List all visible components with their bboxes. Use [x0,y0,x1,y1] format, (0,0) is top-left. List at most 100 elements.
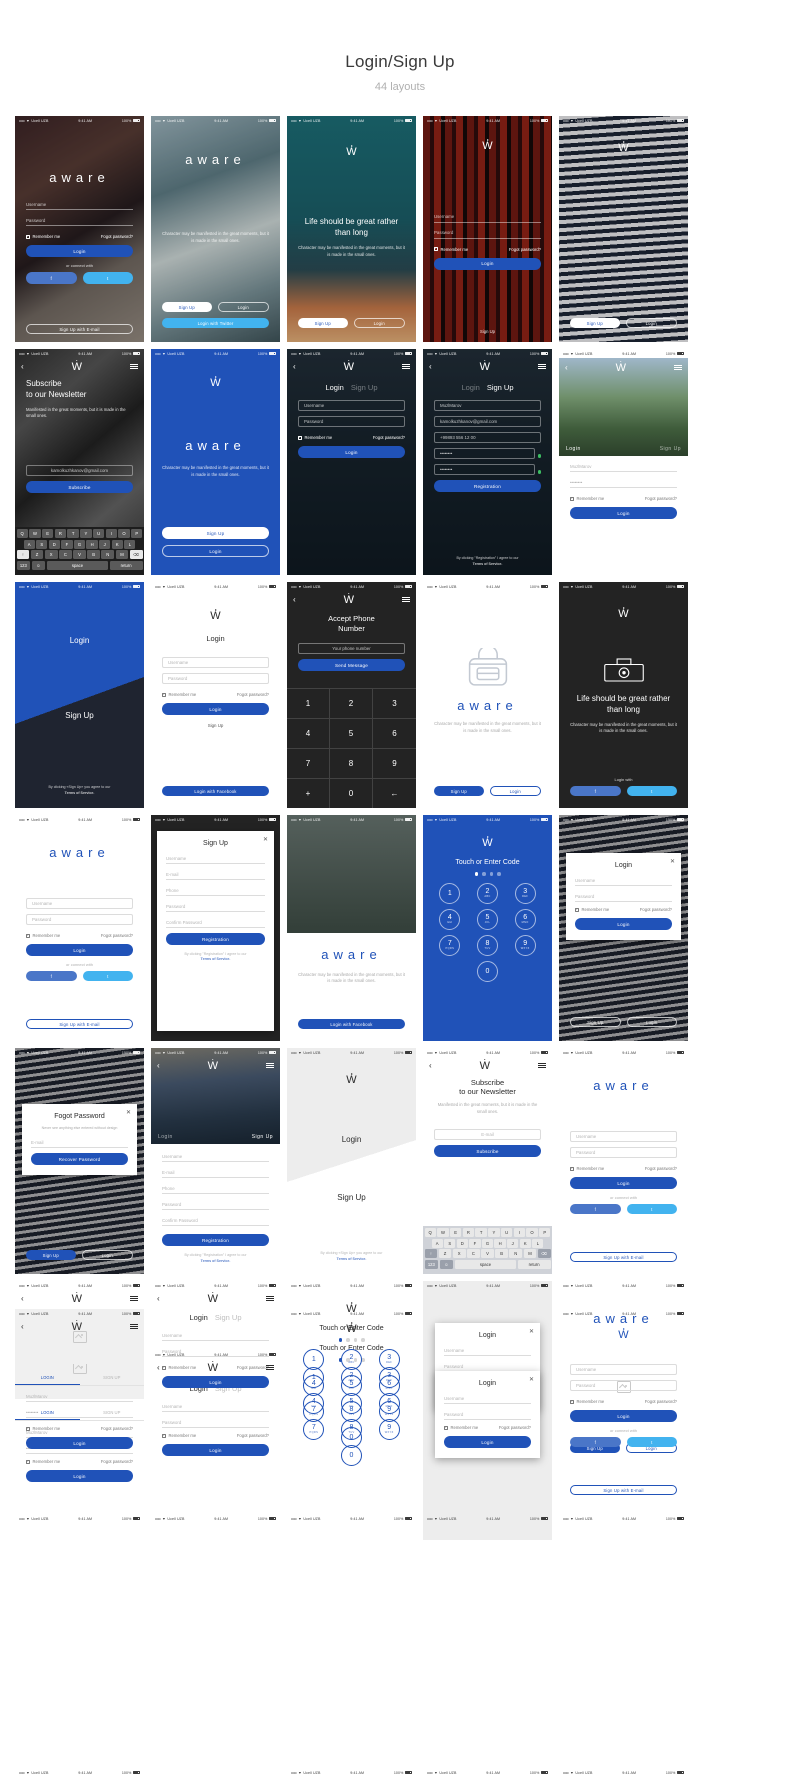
username-input[interactable]: Username [166,853,265,864]
login-button[interactable]: Login [162,703,269,715]
login-button[interactable]: Login [217,302,269,312]
key[interactable]: T [475,1227,487,1237]
password-input[interactable]: Password [575,891,672,902]
facebook-button[interactable]: f [570,1204,621,1214]
terms-link[interactable]: Terms of Service. [337,1257,367,1261]
key[interactable]: Q [424,1227,436,1237]
mockup-screen[interactable]: ••••• ▼ Ucell UZB 9:41 AM 100% ✕ Login Use… [559,815,688,1041]
login-title[interactable]: Login [26,636,133,645]
keypad-key[interactable]: 4 GHI [303,1374,325,1396]
backspace-key[interactable]: ⌫ [537,1249,551,1259]
mockup-screen[interactable]: ••••• ▼ Ucell UZB 9:41 AM 100% [423,1768,552,1781]
key[interactable]: C [58,550,72,560]
mockup-screen[interactable]: ••••• ▼ Ucell UZB 9:41 AM 100% W Login Use… [151,582,280,808]
login-button[interactable]: Login [625,318,677,328]
numeric-keypad[interactable]: 1 2 ABC 3 DEF 4 GHI 5 JKL 6 MNO 7 PQRS 8 TUV 9W… [434,882,541,956]
menu-icon[interactable] [402,596,410,603]
login-button[interactable]: Login [353,318,405,328]
key[interactable]: K [519,1238,531,1248]
keypad-key[interactable]: 6 MNO [514,908,536,930]
key[interactable]: B [87,550,101,560]
key[interactable]: E [449,1227,462,1237]
login-modal[interactable]: ✕ Login Username Password ✓Remember me F… [566,853,681,940]
back-icon[interactable]: ‹ [293,362,296,371]
keypad-key[interactable]: 9 [373,748,416,778]
forgot-password-link[interactable]: Fogot password? [101,933,133,938]
username-input[interactable]: MuzlMarov [570,461,677,472]
back-icon[interactable]: ‹ [157,1294,160,1303]
password-input[interactable]: •••••••• [570,477,677,488]
back-icon[interactable]: ‹ [157,1061,160,1070]
key[interactable]: Y [488,1227,500,1237]
keypad-key[interactable]: 7 [287,748,330,779]
keypad-key[interactable]: 0 [330,778,373,808]
signup-email-button[interactable]: Sign Up with E-mail [570,1252,677,1262]
mockup-screen[interactable]: ••••• ▼ Ucell UZB 9:41 AM 100% ‹ W Login S… [559,349,688,575]
remember-me-checkbox[interactable]: ✓Remember me [444,1425,478,1430]
remember-me-checkbox[interactable]: ✓Remember me [26,234,60,239]
close-icon[interactable]: ✕ [263,836,268,843]
keypad-key[interactable]: 1 [439,882,461,904]
email-input[interactable]: kamolkuzhkanov@gmail.com [434,416,541,427]
username-input[interactable]: Username [26,898,133,909]
login-button[interactable]: Login [444,1436,531,1448]
remember-me-checkbox[interactable]: ✓Remember me [575,907,609,912]
auth-tabs[interactable]: Login Sign Up [162,1313,269,1322]
menu-icon[interactable] [266,1062,274,1069]
back-icon[interactable]: ‹ [21,1322,24,1331]
email-input[interactable]: E-mail [434,1129,541,1141]
key[interactable]: P [539,1227,551,1237]
forgot-password-link[interactable]: Fogot password? [645,1399,677,1404]
back-icon[interactable]: ‹ [21,1294,24,1303]
registration-button[interactable]: Registration [434,480,541,492]
mockup-screen[interactable]: ••••• ▼ Ucell UZB 9:41 AM 100% aware Usern… [559,1048,688,1274]
key[interactable]: V [73,550,86,560]
key[interactable]: M [523,1249,537,1259]
password-input[interactable]: Password [298,416,405,427]
mockup-screen[interactable]: ••••• ▼ Ucell UZB 9:41 AM 100% W Touch or … [423,815,552,1041]
terms-link[interactable]: Terms of Service. [473,562,503,566]
mockup-screen[interactable]: ••••• ▼ Ucell UZB 9:41 AM 100% [559,1768,688,1781]
login-button[interactable]: Login [26,245,133,257]
back-icon[interactable]: ‹ [429,1061,432,1070]
forgot-password-link[interactable]: Fogot password? [640,907,672,912]
remember-me-checkbox[interactable]: ✓Remember me [570,1166,604,1171]
signup-button[interactable]: Sign Up [570,318,620,328]
password-input[interactable]: Password [166,901,265,912]
keyboard[interactable]: Q W E R T Y U I O P A S D F G H J K L ↑ … [15,526,144,575]
keypad-key[interactable]: 2 [330,688,373,719]
key[interactable]: W [29,528,41,538]
keypad-key[interactable]: 6 [373,718,416,748]
forgot-password-link[interactable]: Fogot password? [509,247,541,252]
password-input[interactable]: Password [570,1147,677,1158]
key[interactable]: D [456,1238,468,1248]
key[interactable]: A [23,539,35,549]
email-input[interactable]: E-mail [166,869,265,880]
mockup-screen[interactable]: ••••• ▼ Ucell UZB 9:41 AM 100% Login Sign … [15,582,144,808]
key[interactable]: I [513,1227,525,1237]
login-button[interactable]: Login [575,918,672,930]
key[interactable]: B [495,1249,509,1259]
keyboard[interactable]: Q W E R T Y U I O P A S D F G H J K L ↑ … [423,1225,552,1274]
keypad-plus-key[interactable]: + [287,778,330,808]
key[interactable]: M [115,550,129,560]
emoji-key[interactable]: ☺ [31,561,46,571]
keypad-key[interactable]: 7 PQRS [303,1400,325,1422]
key[interactable]: N [509,1249,523,1259]
terms-link[interactable]: Terms of Service. [201,957,231,961]
emoji-key[interactable]: ☺ [439,1260,454,1270]
mockup-screen[interactable]: ••••• ▼ Ucell UZB 9:41 AM 100% aware Usern… [15,815,144,1041]
confirm-password-input[interactable]: Confirm Password [166,917,265,928]
remember-me-checkbox[interactable]: ✓Remember me [26,1426,60,1431]
twitter-button[interactable]: t [626,786,677,796]
facebook-button[interactable]: f [570,786,621,796]
signup-email-button[interactable]: Sign Up with E-mail [26,1019,133,1029]
forgot-password-link[interactable]: Fogot password? [645,496,677,501]
login-title[interactable]: Login [298,1135,405,1144]
facebook-button[interactable]: f [26,971,77,981]
mockup-screen[interactable]: ••••• ▼ Ucell UZB 9:41 AM 100% W Sign Up L… [559,116,688,342]
key[interactable]: H [494,1238,506,1248]
signup-button[interactable]: Sign Up [298,318,348,328]
password-input[interactable]: •••••••• [26,1407,133,1418]
key[interactable]: L [124,539,136,549]
